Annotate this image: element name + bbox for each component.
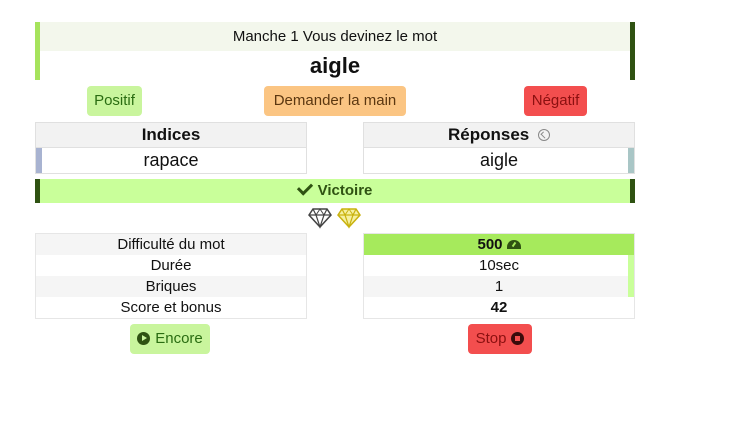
stats-values: 500 10sec 1 42 [363,233,635,319]
stat-label-duration: Durée [150,257,192,274]
answers-header: Réponses [364,123,634,148]
result-right-accent [630,179,635,203]
again-button[interactable]: Encore [130,324,210,354]
result-banner: Victoire [35,179,635,203]
target-word: aigle [40,51,630,80]
again-label: Encore [155,330,203,347]
answer-row: aigle [364,148,634,173]
check-icon [296,179,313,196]
stat-label-bricks: Briques [36,276,306,297]
negative-button[interactable]: Négatif [524,86,587,116]
stat-value-duration: 10sec [364,255,634,276]
clues-panel: Indices rapace [35,122,307,174]
clue-row-marker [36,148,42,173]
result-label: Victoire [317,182,373,199]
diamond-outline-icon [308,208,332,229]
duration-row-marker [628,255,634,276]
round-label: Manche 1 Vous devinez le mot [40,22,630,51]
diamond-rating [308,207,364,231]
stop-circle-icon [511,332,525,345]
answer-row-marker [628,148,634,173]
stop-label: Stop [475,330,507,347]
result-text-wrap: Victoire [40,179,630,203]
play-circle-icon [137,332,151,345]
circle-arrow-left-icon[interactable] [537,129,550,141]
score-value: 42 [490,299,508,316]
duration-value: 10sec [478,257,520,274]
clue-row: rapace [36,148,306,173]
stat-value-score: 42 [364,297,634,318]
ask-hand-button[interactable]: Demander la main [264,86,406,116]
header-right-accent [630,22,635,80]
difficulty-value: 500 [477,236,503,253]
round-header: Manche 1 Vous devinez le mot aigle [35,22,635,80]
diamond-gold-icon [337,208,361,229]
stats-labels: Difficulté du mot Durée Briques Score et… [35,233,307,319]
clues-title: Indices [36,123,306,148]
answer-value: aigle [479,150,519,170]
gauge-icon [506,240,521,249]
positive-button[interactable]: Positif [87,86,142,116]
stat-value-difficulty: 500 [364,234,634,255]
answers-title: Réponses [448,125,530,144]
stat-label-difficulty: Difficulté du mot [36,234,306,255]
bricks-value: 1 [494,278,504,295]
stat-label-score: Score et bonus [120,299,222,316]
bricks-row-marker [628,276,634,297]
stat-value-bricks: 1 [364,276,634,297]
answers-panel: Réponses aigle [363,122,635,174]
clue-value: rapace [143,150,199,170]
stop-button[interactable]: Stop [468,324,532,354]
